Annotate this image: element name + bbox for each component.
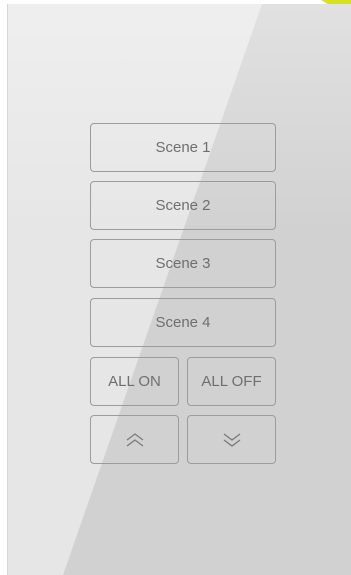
raise-button[interactable] [90, 415, 179, 464]
all-off-label: ALL OFF [201, 373, 262, 390]
all-on-label: ALL ON [108, 373, 161, 390]
all-off-button[interactable]: ALL OFF [187, 357, 276, 406]
double-chevron-up-icon [124, 432, 146, 448]
double-chevron-down-icon [221, 432, 243, 448]
all-on-button[interactable]: ALL ON [90, 357, 179, 406]
keypad-panel: Scene 1 Scene 2 Scene 3 Scene 4 ALL ON A… [7, 4, 351, 575]
scene-2-label: Scene 2 [155, 197, 211, 214]
scene-2-button[interactable]: Scene 2 [90, 181, 276, 230]
scene-4-button[interactable]: Scene 4 [90, 298, 276, 347]
scene-1-label: Scene 1 [155, 139, 211, 156]
lower-button[interactable] [187, 415, 276, 464]
scene-3-button[interactable]: Scene 3 [90, 239, 276, 288]
scene-4-label: Scene 4 [155, 314, 211, 331]
scene-3-label: Scene 3 [155, 255, 211, 272]
scene-1-button[interactable]: Scene 1 [90, 123, 276, 172]
